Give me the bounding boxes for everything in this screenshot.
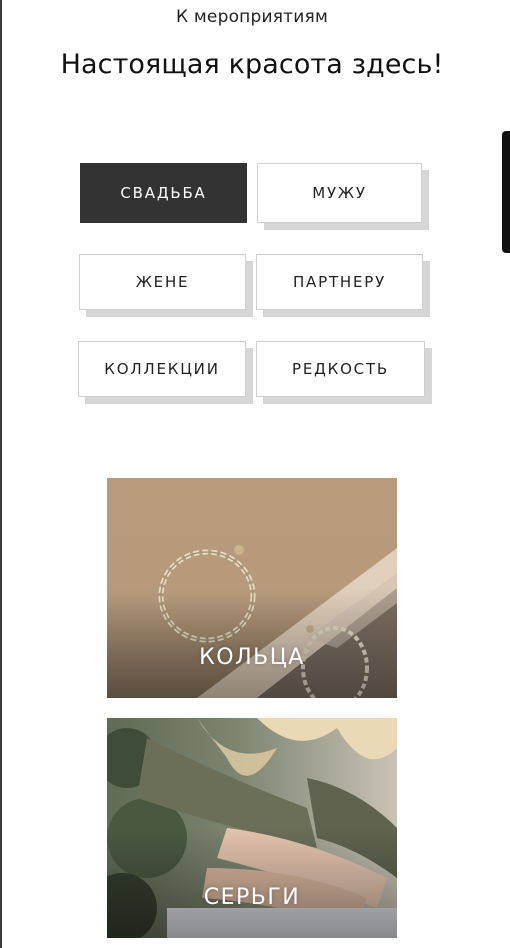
card-caption: КОЛЬЦА: [199, 645, 305, 670]
page-title: Настоящая красота здесь!: [60, 49, 444, 80]
filter-wife-button[interactable]: ЖЕНЕ: [79, 254, 246, 310]
scrollbar-thumb[interactable]: [502, 131, 510, 253]
filter-label: РЕДКОСТЬ: [291, 360, 390, 378]
filter-collections-button[interactable]: КОЛЛЕКЦИИ: [78, 341, 246, 397]
filter-label: КОЛЛЕКЦИИ: [104, 360, 220, 378]
filter-partner-button[interactable]: ПАРТНЕРУ: [256, 254, 423, 310]
filter-wedding-button[interactable]: СВАДЬБА: [80, 163, 247, 223]
events-link[interactable]: К мероприятиям: [0, 7, 504, 27]
filter-rarity-button[interactable]: РЕДКОСТЬ: [256, 341, 425, 397]
filter-label: СВАДЬБА: [120, 184, 207, 202]
filter-husband-button[interactable]: МУЖУ: [257, 163, 422, 223]
category-card-earrings[interactable]: СЕРЬГИ: [107, 718, 397, 938]
filter-label: ПАРТНЕРУ: [292, 273, 387, 291]
filter-label: МУЖУ: [312, 184, 367, 202]
viewport-left-border: [0, 0, 2, 948]
filter-label: ЖЕНЕ: [135, 273, 190, 291]
category-card-rings[interactable]: КОЛЬЦА: [107, 478, 397, 698]
card-caption: СЕРЬГИ: [203, 885, 301, 910]
